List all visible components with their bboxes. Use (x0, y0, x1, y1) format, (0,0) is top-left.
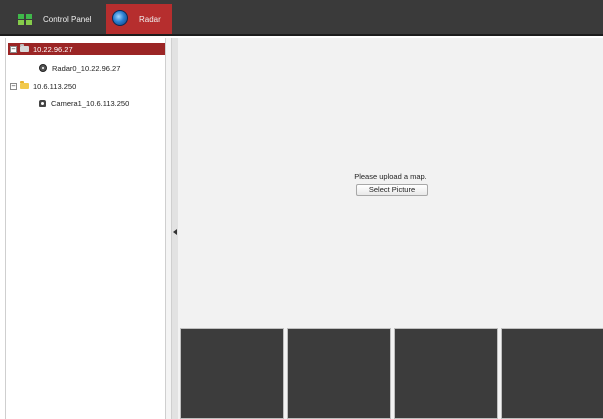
tree-item-label: 10.6.113.250 (33, 81, 77, 91)
tree-item-label: Camera1_10.6.113.250 (51, 98, 130, 108)
tab-control-panel[interactable]: Control Panel (18, 4, 108, 34)
collapse-toggle-icon[interactable]: − (10, 82, 17, 90)
collapse-panel-arrow-icon[interactable] (173, 229, 177, 235)
tree-item-camera1[interactable]: Camera1_10.6.113.250 (39, 97, 129, 109)
tab-control-panel-label: Control Panel (43, 14, 92, 24)
select-picture-button[interactable]: Select Picture (356, 184, 428, 196)
camera-icon (39, 99, 46, 107)
tree-item-label: 10.22.96.27 (33, 44, 73, 54)
tree-item-group-10-6-113-250[interactable]: − 10.6.113.250 (8, 80, 76, 92)
folder-icon (20, 81, 29, 89)
tree-item-group-10-22-96-27[interactable]: − 10.22.96.27 (8, 43, 165, 55)
radar-device-icon (39, 64, 47, 72)
radar-icon (112, 10, 128, 26)
tab-radar-label: Radar (139, 14, 161, 24)
collapse-toggle-icon[interactable]: − (10, 45, 17, 53)
camera-thumbnail-4[interactable] (501, 328, 603, 419)
top-tab-bar: Control Panel Radar (0, 0, 603, 36)
camera-thumbnail-2[interactable] (287, 328, 391, 419)
camera-thumbnail-3[interactable] (394, 328, 498, 419)
folder-icon (20, 44, 29, 52)
grid-icon (18, 13, 32, 25)
tree-item-radar0[interactable]: Radar0_10.22.96.27 (39, 62, 120, 74)
map-area: Please upload a map. Select Picture (178, 38, 603, 419)
camera-thumbnail-1[interactable] (180, 328, 284, 419)
tab-radar[interactable]: Radar (106, 4, 172, 34)
device-tree-panel: − 10.22.96.27 Radar0_10.22.96.27 − 10.6.… (5, 38, 166, 419)
camera-thumbnail-strip (180, 328, 603, 419)
upload-map-message: Please upload a map. (354, 172, 427, 181)
tree-item-label: Radar0_10.22.96.27 (52, 63, 121, 73)
